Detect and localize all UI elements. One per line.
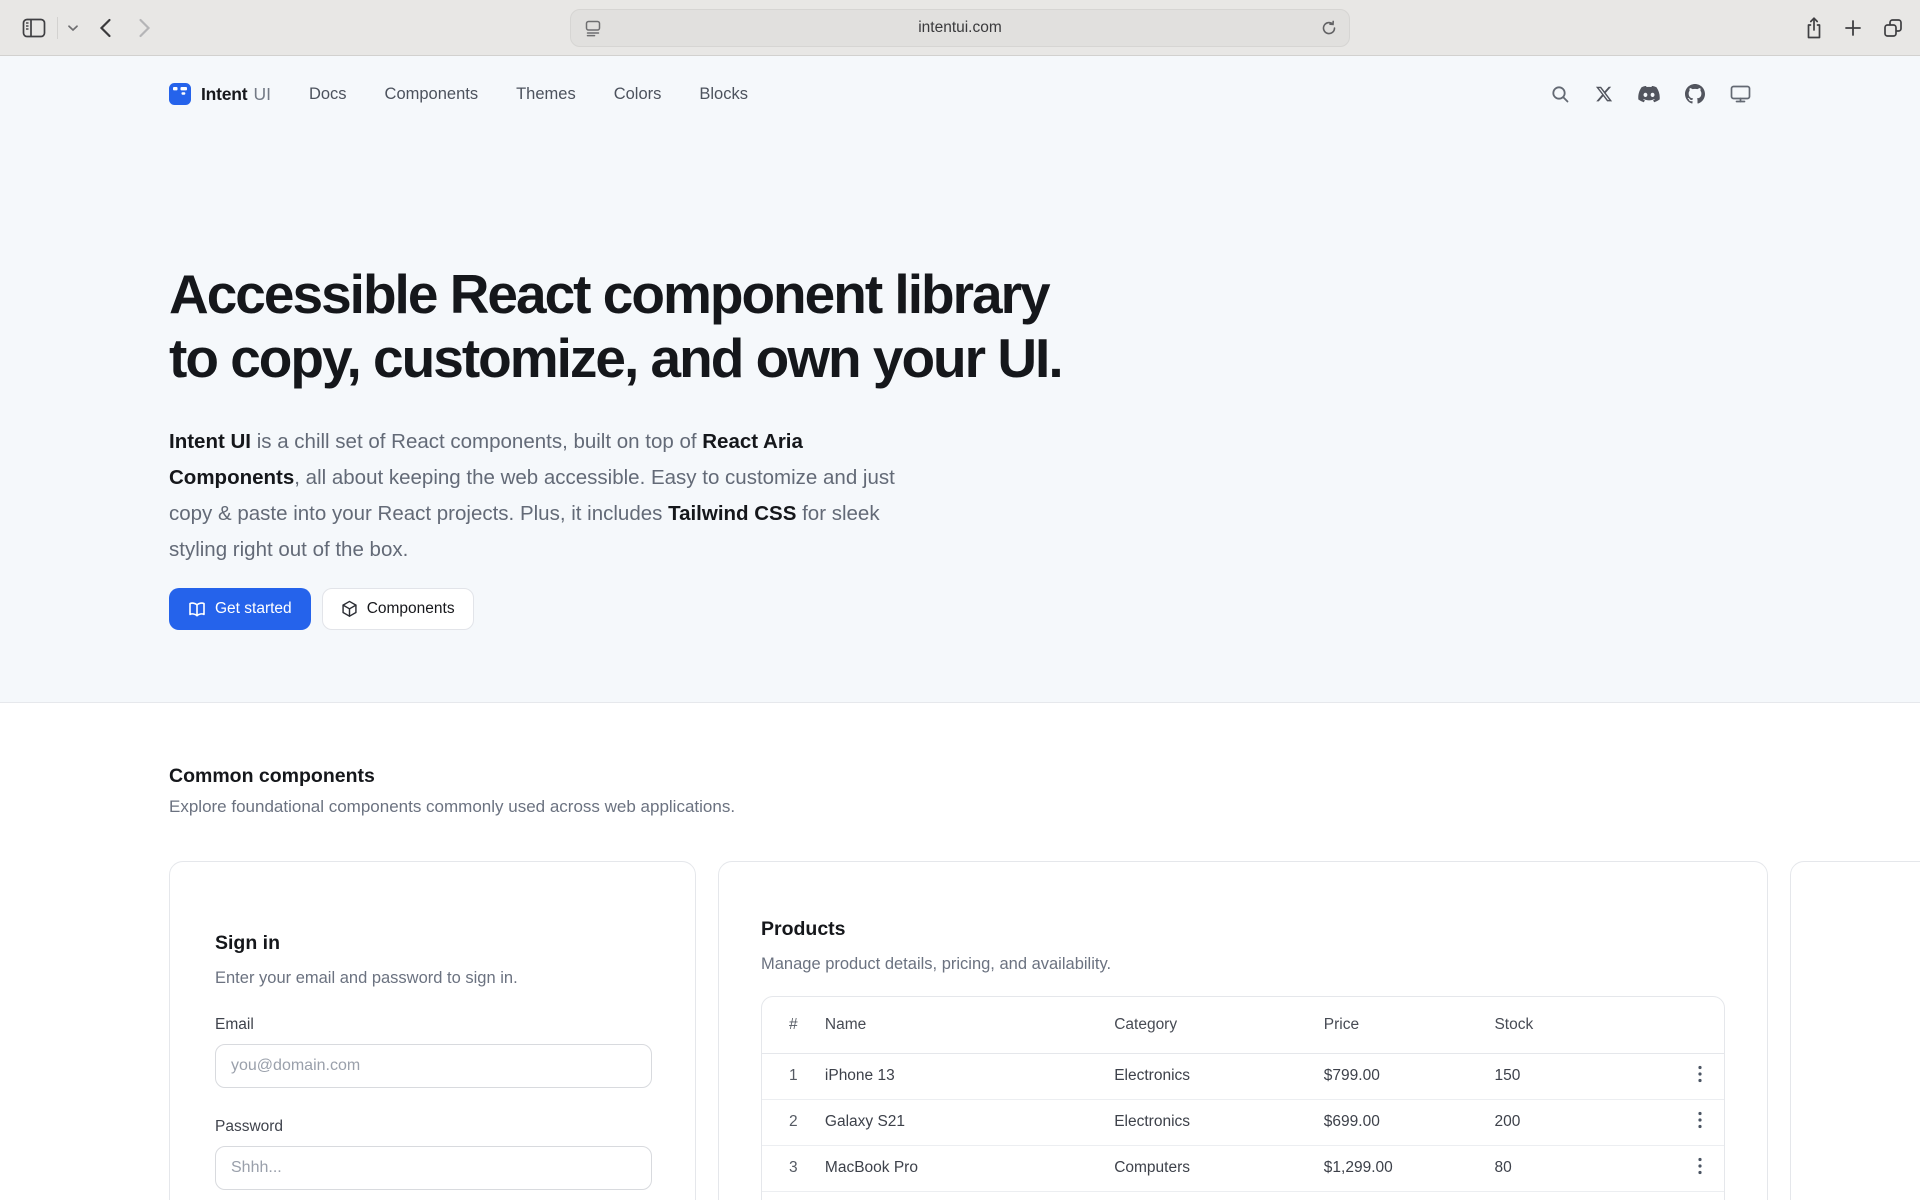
x-twitter-icon[interactable] [1595, 85, 1613, 103]
get-started-button[interactable]: Get started [169, 588, 311, 630]
kebab-menu-icon[interactable] [1698, 1065, 1702, 1083]
tab-overview-icon[interactable] [1882, 17, 1904, 39]
table-header-row: # Name Category Price Stock [762, 997, 1724, 1053]
table-row[interactable]: 2 Galaxy S21 Electronics $699.00 200 [762, 1099, 1724, 1145]
nav-item-colors[interactable]: Colors [614, 85, 662, 104]
password-label: Password [215, 1116, 650, 1138]
site-header: Intent UI Docs Components Themes Colors … [169, 56, 1751, 132]
hero-par-seg: Tailwind CSS [668, 502, 796, 525]
column-header-name: Name [825, 997, 1114, 1053]
url-text[interactable]: intentui.com [571, 19, 1349, 37]
hero-par-seg: is a chill set of React components, buil… [251, 430, 702, 453]
signin-description: Enter your email and password to sign in… [215, 966, 650, 990]
components-section: Common components Explore foundational c… [0, 703, 1920, 1200]
package-icon [341, 600, 358, 618]
brand-name: Intent [201, 84, 247, 105]
hero-title: Accessible React component library to co… [169, 262, 1751, 390]
nav-item-blocks[interactable]: Blocks [699, 85, 748, 104]
chevron-down-icon[interactable] [67, 24, 79, 32]
products-table: # Name Category Price Stock 1 i [761, 996, 1725, 1200]
display-icon[interactable] [1730, 84, 1751, 104]
column-header-num: # [762, 997, 825, 1053]
toolbar-divider [57, 17, 58, 39]
hero-par-seg: Intent UI [169, 430, 251, 453]
column-header-price: Price [1324, 997, 1495, 1053]
page-top-section: Intent UI Docs Components Themes Colors … [0, 56, 1920, 703]
signin-card: Sign in Enter your email and password to… [169, 861, 696, 1200]
kebab-menu-icon[interactable] [1698, 1157, 1702, 1175]
intent-ui-logo-icon [169, 83, 191, 105]
sidebar-toggle-icon[interactable] [22, 18, 46, 38]
nav-item-docs[interactable]: Docs [309, 85, 347, 104]
email-label: Email [215, 1014, 650, 1036]
search-icon[interactable] [1550, 84, 1570, 104]
share-icon[interactable] [1804, 16, 1824, 40]
book-open-icon [188, 601, 206, 618]
kebab-menu-icon[interactable] [1698, 1111, 1702, 1129]
hero-title-line2: to copy, customize, and own your UI. [169, 326, 1751, 390]
browser-chrome: intentui.com [0, 0, 1920, 56]
back-icon[interactable] [99, 18, 112, 38]
password-field[interactable] [215, 1146, 652, 1190]
column-header-category: Category [1114, 997, 1324, 1053]
discord-icon[interactable] [1638, 86, 1660, 103]
brand-link[interactable]: Intent UI [169, 83, 271, 105]
column-header-stock: Stock [1494, 997, 1654, 1053]
signin-title: Sign in [215, 930, 650, 957]
url-bar[interactable]: intentui.com [570, 9, 1350, 47]
next-card-edge [1790, 861, 1920, 1200]
section-title: Common components [169, 765, 1751, 788]
brand-suffix: UI [253, 84, 271, 105]
forward-icon[interactable] [138, 18, 151, 38]
components-label: Components [367, 600, 455, 618]
table-row[interactable]: 3 MacBook Pro Computers $1,299.00 80 [762, 1145, 1724, 1191]
table-row[interactable]: 4 Dell XPS 13 Computers $1,199.00 60 [762, 1191, 1724, 1200]
products-title: Products [761, 916, 1725, 943]
hero-paragraph: Intent UI is a chill set of React compon… [169, 424, 917, 568]
products-card: Products Manage product details, pricing… [718, 861, 1768, 1200]
reload-icon[interactable] [1321, 20, 1337, 36]
github-icon[interactable] [1685, 84, 1705, 104]
components-button[interactable]: Components [322, 588, 474, 630]
products-description: Manage product details, pricing, and ava… [761, 952, 1725, 976]
section-subtitle: Explore foundational components commonly… [169, 797, 1751, 817]
nav-item-themes[interactable]: Themes [516, 85, 576, 104]
table-row[interactable]: 1 iPhone 13 Electronics $799.00 150 [762, 1053, 1724, 1099]
email-field[interactable] [215, 1044, 652, 1088]
get-started-label: Get started [215, 600, 292, 618]
nav-item-components[interactable]: Components [385, 85, 479, 104]
hero-title-line1: Accessible React component library [169, 262, 1751, 326]
hero-section: Accessible React component library to co… [169, 132, 1751, 702]
new-tab-icon[interactable] [1844, 19, 1862, 37]
main-nav: Docs Components Themes Colors Blocks [309, 85, 748, 104]
